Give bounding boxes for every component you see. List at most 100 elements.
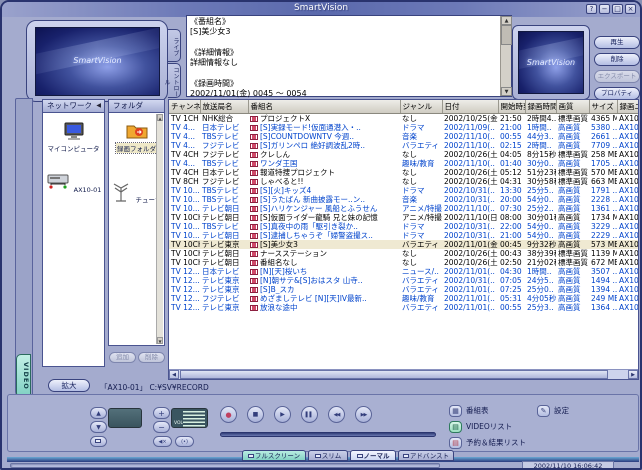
table-row[interactable]: TV 4CH 日本テレビ 報道特捜プロジェクト なし 2002/10/26(土) 05:1… xyxy=(169,168,638,177)
display-mode-button[interactable] xyxy=(90,436,107,447)
audio-mode-button[interactable]: (•) xyxy=(175,436,194,447)
table-cell: なし xyxy=(402,249,417,258)
video-list-icon[interactable]: ▤ xyxy=(449,421,462,433)
table-cell: 日本テレビ xyxy=(202,123,240,132)
table-cell: 趣味/教育 xyxy=(402,294,435,303)
scroll-down-icon[interactable]: ▼ xyxy=(501,87,512,96)
table-cell: AX10 xyxy=(619,141,639,150)
table-row[interactable]: TV 10... テレビ朝日 [S]ハリケンジャー 風船とふうせん アニメ/特撮 200… xyxy=(169,204,638,213)
tree-item-my-computer[interactable]: マイコンピュータ xyxy=(43,122,104,153)
column-header[interactable]: 開始時刻 xyxy=(498,100,526,114)
folder-scrollbar[interactable]: ▲ ▼ xyxy=(156,114,163,344)
tab-advanced[interactable]: アドバンスト xyxy=(398,450,454,461)
scroll-right-icon[interactable]: ▶ xyxy=(628,370,638,379)
tab-video[interactable]: VIDEO xyxy=(16,354,31,398)
column-header[interactable]: ジャンル xyxy=(400,100,443,114)
table-row[interactable]: TV 12... テレビ東京 [S]B_スカ バラエティ 2002/11/01(.. 07… xyxy=(169,285,638,294)
channel-up-button[interactable]: ▲ xyxy=(90,407,107,419)
table-cell: 13:30 xyxy=(500,186,522,195)
table-row[interactable]: TV 12... テレビ東京 放浪な途中 バラエティ 2002/11/01(.. 00:5… xyxy=(169,303,638,312)
delete-button[interactable]: 削除 xyxy=(594,53,640,66)
table-row[interactable]: TV 10CHテレビ朝日番組名なしなし 2002/10/26(土)02:50 21分… xyxy=(169,258,639,267)
close-button[interactable]: × xyxy=(625,4,636,14)
scroll-down-icon[interactable]: ▼ xyxy=(157,337,163,344)
record-button[interactable]: ● xyxy=(220,406,237,423)
table-row[interactable]: TV 12... 日本テレビ [N][天]桜いち ニュース/.. 2002/11/01(… xyxy=(169,267,638,276)
reservation-list-icon[interactable]: ▤ xyxy=(449,437,462,449)
table-row[interactable]: TV 10CHテレビ朝日ナースステーションなし 2002/10/26(土)00:4… xyxy=(169,249,638,258)
table-cell: 05:12 xyxy=(500,168,522,177)
table-cell: 2002/10/26(土) xyxy=(444,168,498,177)
help-button[interactable]: ? xyxy=(586,4,597,14)
table-cell: AX10 xyxy=(619,258,639,267)
play-button[interactable]: 再生 xyxy=(594,36,640,49)
program-guide-button[interactable]: 番組表 xyxy=(466,405,489,417)
scroll-left-icon[interactable]: ◀ xyxy=(169,370,179,379)
table-row[interactable]: TV 12... テレビ東京 [N]朝サテ&[S]おはスタ 山寺.. バラエティ 200… xyxy=(169,276,638,285)
settings-button[interactable]: 設定 xyxy=(554,405,569,417)
stop-button[interactable]: ■ xyxy=(247,406,264,423)
table-row[interactable]: TV 4... TBSテレビ ワンダ王国 趣味/教育 2002/11/10(.. 01:4… xyxy=(169,159,638,168)
rewind-button[interactable]: ◀◀ xyxy=(328,406,345,423)
table-row[interactable]: TV 4... フジテレビ [S]ガリンペロ 絶好調波乱2時.. バラエティ 2002/… xyxy=(169,141,639,150)
folder-panel-header: フォルダ xyxy=(109,100,164,113)
table-row[interactable]: TV 4... TBSテレビ [S]COUNTDOWNTV 今週.. 音楽 2002/1… xyxy=(169,132,638,141)
channel-down-button[interactable]: ▼ xyxy=(90,421,107,433)
table-row[interactable]: TV 4CH フジテレビ クレしん なし 2002/10/26(土) 04:05 8分15秒… xyxy=(169,150,638,159)
table-row[interactable]: TV 12... フジテレビ めざましテレビ [N][天]IV最新.. 趣味/教育 20… xyxy=(169,294,638,303)
column-header[interactable]: 日付 xyxy=(442,100,499,114)
scrollbar-thumb[interactable] xyxy=(180,370,608,379)
maximize-button[interactable]: □ xyxy=(612,4,623,14)
seek-bar[interactable] xyxy=(220,432,436,437)
column-header[interactable]: 放送局名 xyxy=(200,100,249,114)
minimize-button[interactable]: − xyxy=(599,4,610,14)
table-cell: [S]真夜中の雨「駆引き裂か.. xyxy=(248,222,400,231)
column-header[interactable]: 録画ユーザ名 xyxy=(617,100,638,114)
table-cell: 04:05 xyxy=(500,150,522,159)
table-cell: めざましテレビ [N][天]IV最新.. xyxy=(248,294,400,303)
pause-button[interactable]: ▌▌ xyxy=(301,406,318,423)
column-header[interactable]: 録画時間 xyxy=(525,100,557,114)
volume-up-button[interactable]: + xyxy=(153,407,170,419)
column-header[interactable]: サイズ xyxy=(589,100,618,114)
tree-item-ax10[interactable]: AX10-01 xyxy=(43,172,104,194)
table-row[interactable]: TV 10... TBSテレビ [S][火]キッズ4 ドラマ 2002/10/31(..… xyxy=(169,186,638,195)
column-header[interactable]: 画質 xyxy=(556,100,590,114)
table-cell: 21:50 xyxy=(500,114,522,123)
tab-live[interactable]: ライブ xyxy=(168,29,181,62)
tab-fullscreen[interactable]: フルスクリーン xyxy=(242,450,306,461)
tab-slim[interactable]: スリム xyxy=(308,450,348,461)
info-scrollbar[interactable]: ▲ ▼ xyxy=(500,16,512,96)
table-row[interactable]: TV 1CH NHK総合 プロジェクトX なし 2002/10/25(金) 21:50 2時… xyxy=(169,114,638,124)
table-row[interactable]: TV 10CHテレビ東京[S]美少女3バラエティ2002/11/01(金)00:… xyxy=(169,240,638,249)
play-control-button[interactable]: ▶ xyxy=(274,406,291,423)
table-row[interactable]: TV 8CH フジテレビ しゃべると!! なし 2002/10/26(土) 04:31 30… xyxy=(169,177,638,186)
tab-control[interactable]: コントロール xyxy=(163,63,181,98)
table-cell: [N]朝サテ&[S]おはスタ 山寺.. xyxy=(248,276,400,285)
reservation-list-button[interactable]: 予約＆結果リスト xyxy=(466,437,526,449)
table-row[interactable]: TV 10... TBSテレビ [S]真夜中の雨「駆引き裂か.. ドラマ 2002/10… xyxy=(169,222,638,231)
column-header[interactable]: 番組名 xyxy=(248,100,401,114)
scrollbar-thumb[interactable] xyxy=(501,25,512,45)
tab-normal[interactable]: ノーマル xyxy=(350,450,396,461)
table-cell: テレビ朝日 xyxy=(202,231,240,240)
collapse-icon[interactable]: ◀ xyxy=(96,100,101,112)
add-folder-button[interactable]: 追加 xyxy=(109,352,136,363)
fast-forward-button[interactable]: ▶▶ xyxy=(355,406,372,423)
scroll-up-icon[interactable]: ▲ xyxy=(501,16,512,25)
table-row[interactable]: TV 10... テレビ朝日 [S]逮捕しちゃうぞ「婦警盗撮ス.. ドラマ 2002/1… xyxy=(169,231,638,240)
program-guide-icon[interactable]: ▦ xyxy=(449,405,462,417)
table-hscrollbar[interactable]: ◀ ▶ xyxy=(169,369,638,379)
table-row[interactable]: TV 4... 日本テレビ [S]実録モード!仮面通潜入・.. ドラマ 2002/11/… xyxy=(169,123,638,132)
mute-button[interactable]: ◀× xyxy=(153,436,172,447)
column-header[interactable]: チャンネル xyxy=(169,100,201,114)
delete-folder-button[interactable]: 削除 xyxy=(138,352,165,363)
zoom-button[interactable]: 拡大 xyxy=(48,379,90,392)
volume-down-button[interactable]: − xyxy=(153,421,170,433)
table-row[interactable]: TV 10CHテレビ朝日 [S]仮面ライダー龍騎 兄と妹の記憶アニメ/特撮2002… xyxy=(169,213,638,222)
table-row[interactable]: TV 10... TBSテレビ [S]うたばん 新曲披露モー..ン.. 音楽 2002/… xyxy=(169,195,638,204)
scroll-up-icon[interactable]: ▲ xyxy=(157,114,163,121)
export-button[interactable]: エクスポート xyxy=(594,70,640,83)
video-list-button[interactable]: VIDEOリスト xyxy=(466,421,512,433)
settings-icon[interactable]: ✎ xyxy=(537,405,550,417)
